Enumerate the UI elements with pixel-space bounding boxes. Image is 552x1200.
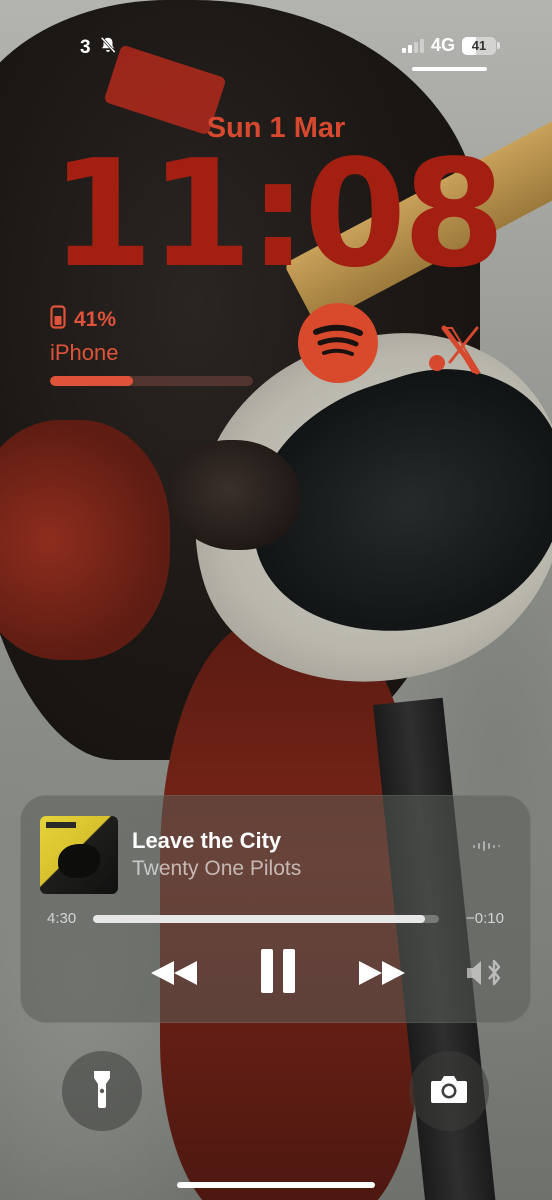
audio-output-button[interactable] xyxy=(463,958,507,992)
time-remaining: −0:10 xyxy=(466,910,504,927)
flashlight-button[interactable] xyxy=(62,1051,142,1131)
now-playing-card[interactable]: Leave the City Twenty One Pilots 4:30 −0… xyxy=(20,795,531,1023)
flashlight-icon xyxy=(91,1069,113,1114)
battery-widget-device: iPhone xyxy=(50,340,119,365)
battery-level: 41 xyxy=(471,38,487,53)
track-artist: Twenty One Pilots xyxy=(132,857,302,880)
status-right: 4G 41 xyxy=(401,35,500,56)
phone-battery-icon xyxy=(50,305,66,334)
cellular-signal-icon xyxy=(401,38,424,53)
battery-widget[interactable]: 41% iPhone xyxy=(50,305,255,386)
spotify-icon xyxy=(312,321,364,366)
bell-slash-icon xyxy=(99,36,117,60)
pause-button[interactable] xyxy=(255,948,301,998)
wallpaper-hand xyxy=(170,440,300,550)
status-bar: 3 4G 41 xyxy=(0,0,552,80)
control-center-grabber[interactable] xyxy=(412,67,487,71)
time-elapsed: 4:30 xyxy=(47,910,77,927)
network-type: 4G xyxy=(430,35,455,55)
airplay-audio-icon xyxy=(465,958,505,993)
album-art-bird xyxy=(58,844,100,878)
battery-widget-bar xyxy=(50,376,253,386)
fast-forward-icon xyxy=(356,958,408,993)
playback-progress xyxy=(93,915,426,923)
spotify-widget[interactable] xyxy=(298,303,378,383)
battery-widget-percent: 41% xyxy=(74,307,117,331)
track-title: Leave the City xyxy=(132,828,282,853)
camera-icon xyxy=(430,1074,468,1109)
home-indicator[interactable] xyxy=(177,1182,375,1188)
battery-icon: 41 xyxy=(462,36,500,55)
pause-icon xyxy=(259,947,297,1000)
wallpaper-sleeve xyxy=(0,420,170,660)
audio-wave-icon xyxy=(473,841,500,851)
rewind-button[interactable] xyxy=(147,956,201,994)
lock-clock: 11:08 xyxy=(50,128,505,300)
playback-scrubber[interactable] xyxy=(93,915,439,923)
battery-widget-bar-fill xyxy=(50,376,134,386)
notification-count: 3 xyxy=(80,37,91,58)
status-left: 3 xyxy=(80,36,117,60)
rewind-icon xyxy=(148,958,200,993)
x-widget[interactable] xyxy=(422,322,486,378)
fast-forward-button[interactable] xyxy=(355,956,409,994)
album-art[interactable] xyxy=(40,816,118,894)
x-logo-icon xyxy=(422,325,486,382)
camera-button[interactable] xyxy=(409,1051,489,1131)
